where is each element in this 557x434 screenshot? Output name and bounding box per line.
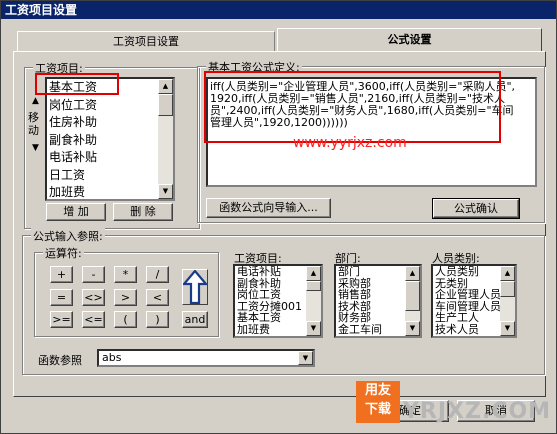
- operator-greater-equal-button[interactable]: >=: [50, 311, 73, 328]
- scroll-up-icon[interactable]: ▲: [158, 79, 173, 94]
- scroll-down-icon[interactable]: ▼: [500, 321, 515, 336]
- scroll-down-icon[interactable]: ▼: [405, 321, 420, 336]
- scroll-thumb[interactable]: [500, 281, 515, 297]
- add-button[interactable]: 增 加: [46, 203, 106, 221]
- scroll-thumb[interactable]: [306, 281, 321, 291]
- salary-items-scrollbar[interactable]: ▲ ▼: [158, 79, 173, 199]
- operator-plus-button[interactable]: +: [50, 266, 73, 283]
- operator-greater-button[interactable]: >: [114, 289, 137, 306]
- salary-item-settings-dialog: 工资项目设置 工资项目设置 公式设置 工资项目: ▲ 移动 ▼ 基本工资 岗位工…: [0, 0, 557, 434]
- salary-items-list[interactable]: 基本工资 岗位工资 住房补助 副食补助 电话补贴 日工资 加班费 ▲ ▼: [45, 77, 175, 201]
- move-up-icon[interactable]: ▲: [29, 95, 42, 108]
- function-ref-value: abs: [102, 351, 122, 364]
- list-item[interactable]: 电话补贴: [47, 149, 173, 167]
- scroll-down-icon[interactable]: ▼: [158, 184, 173, 199]
- operator-open-paren-button[interactable]: (: [114, 311, 137, 328]
- operator-multiply-button[interactable]: *: [114, 266, 137, 283]
- ref-category-list[interactable]: 人员类别 无类别 企业管理人员 车间管理人员 生产工人 技术人员 ▲ ▼: [431, 264, 517, 338]
- ref-salary-items-list[interactable]: 电话补贴 副食补助 岗位工资 工资分摊001 基本工资 加班费 ▲ ▼: [233, 264, 323, 338]
- scroll-thumb[interactable]: [405, 281, 420, 311]
- ref-category-scrollbar[interactable]: ▲ ▼: [500, 266, 515, 336]
- operators-legend: 运算符:: [43, 245, 84, 261]
- tab-salary-item-settings[interactable]: 工资项目设置: [17, 31, 275, 51]
- watermark-text: www.yyrjxz.com: [293, 135, 407, 151]
- brand-watermark: YRJXZ.COM: [403, 399, 552, 424]
- ref-dept-scrollbar[interactable]: ▲ ▼: [405, 266, 420, 336]
- ref-salary-scrollbar[interactable]: ▲ ▼: [306, 266, 321, 336]
- title-bar: 工资项目设置: [1, 1, 556, 19]
- logo-text-top: 用友: [364, 383, 391, 398]
- formula-confirm-button[interactable]: 公式确认: [432, 198, 520, 219]
- tab-formula-settings[interactable]: 公式设置: [277, 28, 542, 52]
- function-ref-select[interactable]: abs ▼: [97, 349, 315, 367]
- operator-divide-button[interactable]: /: [146, 266, 169, 283]
- list-item[interactable]: 日工资: [47, 167, 173, 185]
- scroll-up-icon[interactable]: ▲: [405, 266, 420, 281]
- operator-less-button[interactable]: <: [146, 289, 169, 306]
- operator-close-paren-button[interactable]: ): [146, 311, 169, 328]
- list-item[interactable]: 住房补助: [47, 114, 173, 132]
- list-item[interactable]: 岗位工资: [47, 97, 173, 115]
- chevron-down-icon[interactable]: ▼: [298, 351, 313, 365]
- highlight-box-item: [35, 73, 119, 95]
- operator-and-button[interactable]: and: [182, 311, 208, 328]
- logo: 用友 下载: [356, 381, 400, 423]
- operator-less-equal-button[interactable]: <=: [82, 311, 105, 328]
- move-label: 移动: [28, 111, 39, 137]
- scroll-down-icon[interactable]: ▼: [306, 321, 321, 336]
- list-item[interactable]: 加班费: [47, 184, 173, 199]
- list-item[interactable]: 副食补助: [47, 132, 173, 150]
- highlight-box-formula: [204, 71, 501, 143]
- up-arrow-icon: [183, 270, 207, 304]
- formula-wizard-button[interactable]: 函数公式向导输入...: [206, 198, 331, 218]
- insert-up-arrow-button[interactable]: [182, 269, 208, 305]
- operator-minus-button[interactable]: -: [82, 266, 105, 283]
- logo-text-bottom: 下载: [364, 402, 391, 417]
- delete-button[interactable]: 删 除: [113, 203, 173, 221]
- move-down-icon[interactable]: ▼: [29, 142, 42, 155]
- formula-input-reference-legend: 公式输入参照:: [31, 228, 105, 244]
- operator-not-equal-button[interactable]: <>: [82, 289, 105, 306]
- ref-dept-list[interactable]: 部门 采购部 销售部 技术部 财务部 金工车间 ▲ ▼: [334, 264, 422, 338]
- scroll-thumb[interactable]: [158, 94, 173, 116]
- scroll-up-icon[interactable]: ▲: [500, 266, 515, 281]
- scroll-up-icon[interactable]: ▲: [306, 266, 321, 281]
- operator-equal-button[interactable]: =: [50, 289, 73, 306]
- function-ref-label: 函数参照: [38, 354, 82, 367]
